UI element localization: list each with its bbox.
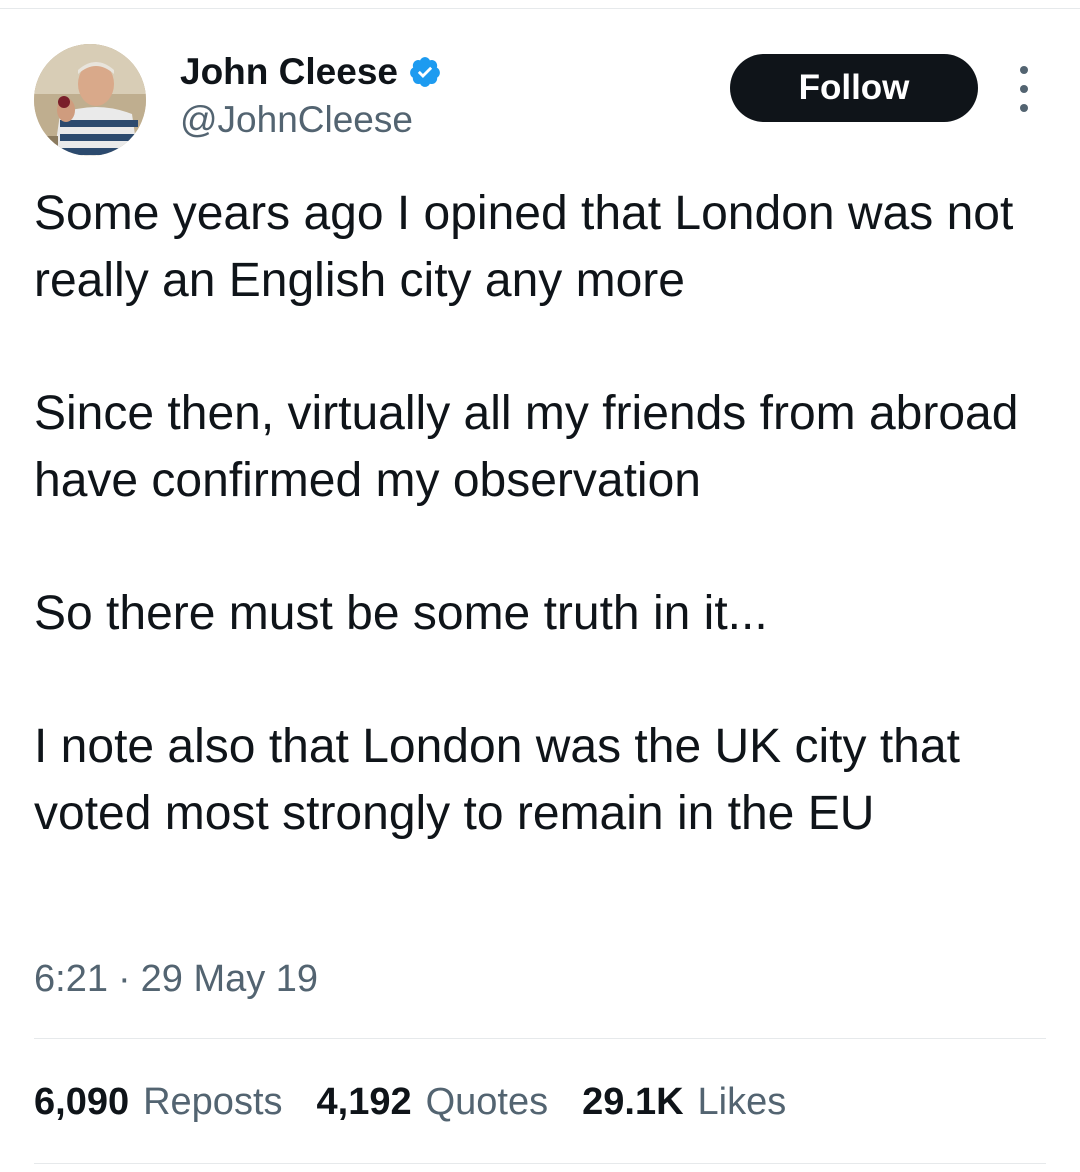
more-dot <box>1020 66 1028 74</box>
tweet-paragraph: Some years ago I opined that London was … <box>34 187 1014 307</box>
author-name-row: John Cleese <box>180 50 442 94</box>
author-display-name[interactable]: John Cleese <box>180 50 398 94</box>
tweet-time: 6:21 <box>34 958 108 1000</box>
follow-button[interactable]: Follow <box>730 54 978 122</box>
stats-divider-top <box>34 1038 1046 1039</box>
reposts-stat[interactable]: 6,090 Reposts <box>34 1078 283 1126</box>
avatar-photo <box>34 44 146 156</box>
more-options-icon[interactable] <box>1008 66 1040 112</box>
engagement-stats: 6,090 Reposts 4,192 Quotes 29.1K Likes <box>34 1078 786 1126</box>
quotes-count: 4,192 <box>316 1081 412 1123</box>
meta-separator: · <box>117 958 131 1000</box>
tweet-paragraph: So there must be some truth in it... <box>34 587 768 640</box>
likes-stat[interactable]: 29.1K Likes <box>582 1078 786 1126</box>
tweet-paragraph: I note also that London was the UK city … <box>34 720 960 840</box>
tweet-timestamp[interactable]: 6:21 · 29 May 19 <box>34 956 318 1002</box>
more-dot <box>1020 104 1028 112</box>
top-divider <box>0 8 1080 9</box>
quotes-stat[interactable]: 4,192 Quotes <box>317 1078 549 1126</box>
author-handle[interactable]: @JohnCleese <box>180 98 413 142</box>
quotes-label: Quotes <box>425 1081 549 1123</box>
verified-badge-icon <box>408 55 442 89</box>
reposts-label: Reposts <box>143 1081 283 1123</box>
likes-label: Likes <box>697 1081 787 1123</box>
tweet-date: 29 May 19 <box>140 958 319 1000</box>
likes-count: 29.1K <box>582 1081 684 1123</box>
reposts-count: 6,090 <box>34 1081 130 1123</box>
avatar[interactable] <box>34 44 146 156</box>
stats-divider-bottom <box>34 1163 1046 1164</box>
more-dot <box>1020 85 1028 93</box>
tweet-paragraph: Since then, virtually all my friends fro… <box>34 387 1019 507</box>
tweet-text: Some years ago I opined that London was … <box>34 180 1054 847</box>
